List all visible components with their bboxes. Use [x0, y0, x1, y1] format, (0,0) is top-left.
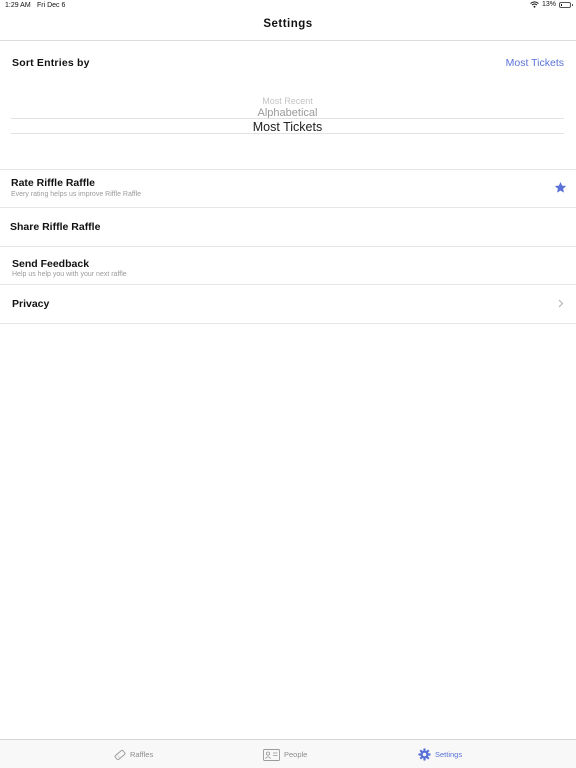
rate-row-title: Rate Riffle Raffle [11, 177, 96, 189]
sort-picker[interactable]: Most Recent Alphabetical Most Tickets [11, 92, 564, 136]
share-riffle-raffle-row[interactable]: Share Riffle Raffle [0, 208, 576, 247]
page-title: Settings [263, 18, 313, 30]
picker-option-most-recent[interactable]: Most Recent [11, 96, 564, 106]
tab-settings-label: Settings [435, 750, 463, 759]
chevron-right-icon [558, 299, 564, 308]
rate-riffle-raffle-row[interactable]: Rate Riffle Raffle Every rating helps us… [0, 169, 576, 208]
id-card-icon [263, 748, 280, 761]
settings-screen: 1:29 AM Fri Dec 6 13% Settings Sort Entr… [0, 0, 576, 768]
status-bar: 1:29 AM Fri Dec 6 13% [0, 0, 576, 12]
privacy-row-title: Privacy [12, 298, 50, 310]
feedback-row-title: Send Feedback [12, 258, 90, 270]
rate-row-subtitle: Every rating helps us improve Riffle Raf… [11, 191, 142, 198]
privacy-row[interactable]: Privacy [0, 285, 576, 324]
sort-entries-label: Sort Entries by [12, 57, 90, 69]
tab-people[interactable]: People [263, 740, 307, 768]
status-time: 1:29 AM [5, 2, 31, 9]
tab-bar: Raffles People Settings [0, 739, 576, 768]
wifi-icon [530, 1, 539, 8]
battery-percent: 13% [541, 1, 556, 8]
status-right: 13% [530, 1, 573, 8]
picker-option-most-tickets[interactable]: Most Tickets [11, 120, 564, 134]
share-row-title: Share Riffle Raffle [10, 221, 101, 233]
tab-people-label: People [284, 750, 308, 759]
sort-selected-value[interactable]: Most Tickets [506, 57, 564, 69]
tab-raffles[interactable]: Raffles [114, 740, 153, 768]
ticket-icon [114, 749, 126, 760]
picker-selection-top-line [11, 118, 564, 119]
feedback-row-subtitle: Help us help you with your next raffle [12, 271, 127, 278]
battery-icon [559, 1, 573, 8]
navigation-bar: Settings [0, 12, 576, 41]
send-feedback-row[interactable]: Send Feedback Help us help you with your… [0, 247, 576, 285]
battery-fill [561, 3, 562, 6]
tab-raffles-label: Raffles [130, 750, 154, 759]
tab-settings[interactable]: Settings [418, 740, 462, 768]
status-date: Fri Dec 6 [37, 2, 66, 9]
star-icon[interactable] [554, 181, 567, 194]
picker-selection-bottom-line [11, 133, 564, 134]
gear-icon [418, 748, 431, 761]
